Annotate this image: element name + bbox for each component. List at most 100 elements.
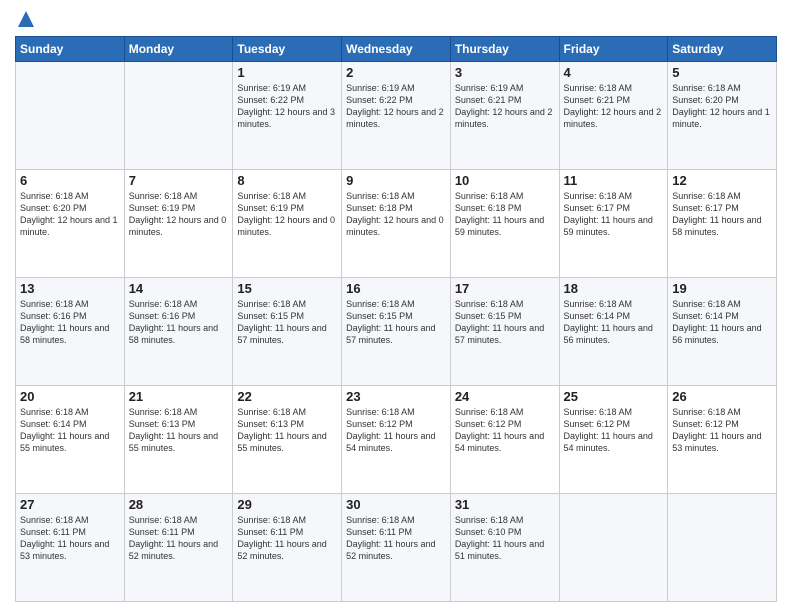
calendar-cell: 26 Sunrise: 6:18 AMSunset: 6:12 PMDayligh… bbox=[668, 386, 777, 494]
day-info: Sunrise: 6:18 AMSunset: 6:10 PMDaylight:… bbox=[455, 514, 555, 563]
calendar-body: 1 Sunrise: 6:19 AMSunset: 6:22 PMDaylight… bbox=[16, 62, 777, 602]
calendar-cell: 18 Sunrise: 6:18 AMSunset: 6:14 PMDayligh… bbox=[559, 278, 668, 386]
calendar-cell: 3 Sunrise: 6:19 AMSunset: 6:21 PMDaylight… bbox=[450, 62, 559, 170]
logo-icon bbox=[17, 10, 35, 28]
calendar-cell: 12 Sunrise: 6:18 AMSunset: 6:17 PMDayligh… bbox=[668, 170, 777, 278]
calendar-cell: 28 Sunrise: 6:18 AMSunset: 6:11 PMDayligh… bbox=[124, 494, 233, 602]
day-number: 16 bbox=[346, 281, 446, 296]
day-info: Sunrise: 6:18 AMSunset: 6:11 PMDaylight:… bbox=[237, 514, 337, 563]
day-info: Sunrise: 6:18 AMSunset: 6:17 PMDaylight:… bbox=[672, 190, 772, 239]
calendar-cell bbox=[668, 494, 777, 602]
day-info: Sunrise: 6:18 AMSunset: 6:13 PMDaylight:… bbox=[237, 406, 337, 455]
day-number: 4 bbox=[564, 65, 664, 80]
day-number: 21 bbox=[129, 389, 229, 404]
col-wednesday: Wednesday bbox=[342, 37, 451, 62]
day-info: Sunrise: 6:18 AMSunset: 6:14 PMDaylight:… bbox=[564, 298, 664, 347]
day-info: Sunrise: 6:18 AMSunset: 6:18 PMDaylight:… bbox=[455, 190, 555, 239]
calendar-cell: 19 Sunrise: 6:18 AMSunset: 6:14 PMDayligh… bbox=[668, 278, 777, 386]
calendar-cell: 7Sunrise: 6:18 AMSunset: 6:19 PMDaylight… bbox=[124, 170, 233, 278]
calendar-cell: 29 Sunrise: 6:18 AMSunset: 6:11 PMDayligh… bbox=[233, 494, 342, 602]
header bbox=[15, 10, 777, 28]
day-number: 28 bbox=[129, 497, 229, 512]
day-number: 23 bbox=[346, 389, 446, 404]
day-info: Sunrise: 6:18 AMSunset: 6:20 PMDaylight:… bbox=[20, 190, 120, 239]
calendar-cell: 22 Sunrise: 6:18 AMSunset: 6:13 PMDayligh… bbox=[233, 386, 342, 494]
day-info: Sunrise: 6:18 AMSunset: 6:20 PMDaylight:… bbox=[672, 82, 772, 131]
day-info: Sunrise: 6:19 AMSunset: 6:22 PMDaylight:… bbox=[237, 82, 337, 131]
day-number: 31 bbox=[455, 497, 555, 512]
day-number: 19 bbox=[672, 281, 772, 296]
calendar-cell: 17Sunrise: 6:18 AMSunset: 6:15 PMDayligh… bbox=[450, 278, 559, 386]
calendar-header: Sunday Monday Tuesday Wednesday Thursday… bbox=[16, 37, 777, 62]
day-number: 3 bbox=[455, 65, 555, 80]
calendar: Sunday Monday Tuesday Wednesday Thursday… bbox=[15, 36, 777, 602]
calendar-cell: 23 Sunrise: 6:18 AMSunset: 6:12 PMDayligh… bbox=[342, 386, 451, 494]
calendar-cell bbox=[559, 494, 668, 602]
day-info: Sunrise: 6:19 AMSunset: 6:21 PMDaylight:… bbox=[455, 82, 555, 131]
day-number: 17 bbox=[455, 281, 555, 296]
day-info: Sunrise: 6:18 AMSunset: 6:12 PMDaylight:… bbox=[455, 406, 555, 455]
day-number: 20 bbox=[20, 389, 120, 404]
calendar-cell: 5 Sunrise: 6:18 AMSunset: 6:20 PMDaylight… bbox=[668, 62, 777, 170]
calendar-cell: 13 Sunrise: 6:18 AMSunset: 6:16 PMDayligh… bbox=[16, 278, 125, 386]
day-number: 27 bbox=[20, 497, 120, 512]
calendar-cell: 20 Sunrise: 6:18 AMSunset: 6:14 PMDayligh… bbox=[16, 386, 125, 494]
calendar-cell: 8 Sunrise: 6:18 AMSunset: 6:19 PMDaylight… bbox=[233, 170, 342, 278]
calendar-cell: 2 Sunrise: 6:19 AMSunset: 6:22 PMDaylight… bbox=[342, 62, 451, 170]
day-info: Sunrise: 6:18 AMSunset: 6:17 PMDaylight:… bbox=[564, 190, 664, 239]
col-friday: Friday bbox=[559, 37, 668, 62]
calendar-cell: 15 Sunrise: 6:18 AMSunset: 6:15 PMDayligh… bbox=[233, 278, 342, 386]
day-number: 13 bbox=[20, 281, 120, 296]
day-number: 9 bbox=[346, 173, 446, 188]
day-number: 22 bbox=[237, 389, 337, 404]
day-info: Sunrise: 6:18 AMSunset: 6:11 PMDaylight:… bbox=[129, 514, 229, 563]
day-info: Sunrise: 6:18 AMSunset: 6:14 PMDaylight:… bbox=[20, 406, 120, 455]
calendar-cell: 16 Sunrise: 6:18 AMSunset: 6:15 PMDayligh… bbox=[342, 278, 451, 386]
calendar-cell: 6 Sunrise: 6:18 AMSunset: 6:20 PMDaylight… bbox=[16, 170, 125, 278]
day-info: Sunrise: 6:18 AMSunset: 6:12 PMDaylight:… bbox=[564, 406, 664, 455]
calendar-cell: 9Sunrise: 6:18 AMSunset: 6:18 PMDaylight… bbox=[342, 170, 451, 278]
day-number: 29 bbox=[237, 497, 337, 512]
day-number: 7 bbox=[129, 173, 229, 188]
day-info: Sunrise: 6:18 AMSunset: 6:12 PMDaylight:… bbox=[672, 406, 772, 455]
calendar-cell: 24 Sunrise: 6:18 AMSunset: 6:12 PMDayligh… bbox=[450, 386, 559, 494]
day-number: 12 bbox=[672, 173, 772, 188]
col-thursday: Thursday bbox=[450, 37, 559, 62]
day-number: 8 bbox=[237, 173, 337, 188]
day-number: 5 bbox=[672, 65, 772, 80]
day-number: 1 bbox=[237, 65, 337, 80]
day-info: Sunrise: 6:18 AMSunset: 6:16 PMDaylight:… bbox=[20, 298, 120, 347]
day-number: 24 bbox=[455, 389, 555, 404]
page: Sunday Monday Tuesday Wednesday Thursday… bbox=[0, 0, 792, 612]
day-info: Sunrise: 6:18 AMSunset: 6:13 PMDaylight:… bbox=[129, 406, 229, 455]
calendar-cell: 27 Sunrise: 6:18 AMSunset: 6:11 PMDayligh… bbox=[16, 494, 125, 602]
day-info: Sunrise: 6:18 AMSunset: 6:11 PMDaylight:… bbox=[346, 514, 446, 563]
day-info: Sunrise: 6:18 AMSunset: 6:21 PMDaylight:… bbox=[564, 82, 664, 131]
calendar-cell: 4 Sunrise: 6:18 AMSunset: 6:21 PMDaylight… bbox=[559, 62, 668, 170]
calendar-cell: 10 Sunrise: 6:18 AMSunset: 6:18 PMDayligh… bbox=[450, 170, 559, 278]
day-info: Sunrise: 6:18 AMSunset: 6:12 PMDaylight:… bbox=[346, 406, 446, 455]
day-number: 15 bbox=[237, 281, 337, 296]
day-info: Sunrise: 6:18 AMSunset: 6:15 PMDaylight:… bbox=[346, 298, 446, 347]
calendar-cell: 11 Sunrise: 6:18 AMSunset: 6:17 PMDayligh… bbox=[559, 170, 668, 278]
day-info: Sunrise: 6:19 AMSunset: 6:22 PMDaylight:… bbox=[346, 82, 446, 131]
day-info: Sunrise: 6:18 AMSunset: 6:15 PMDaylight:… bbox=[237, 298, 337, 347]
calendar-cell: 14 Sunrise: 6:18 AMSunset: 6:16 PMDayligh… bbox=[124, 278, 233, 386]
day-number: 10 bbox=[455, 173, 555, 188]
logo bbox=[15, 10, 35, 28]
day-info: Sunrise: 6:18 AMSunset: 6:11 PMDaylight:… bbox=[20, 514, 120, 563]
col-saturday: Saturday bbox=[668, 37, 777, 62]
day-number: 14 bbox=[129, 281, 229, 296]
calendar-cell: 31 Sunrise: 6:18 AMSunset: 6:10 PMDayligh… bbox=[450, 494, 559, 602]
day-info: Sunrise: 6:18 AMSunset: 6:19 PMDaylight:… bbox=[237, 190, 337, 239]
day-number: 11 bbox=[564, 173, 664, 188]
col-sunday: Sunday bbox=[16, 37, 125, 62]
col-tuesday: Tuesday bbox=[233, 37, 342, 62]
day-info: Sunrise: 6:18 AMSunset: 6:14 PMDaylight:… bbox=[672, 298, 772, 347]
day-number: 18 bbox=[564, 281, 664, 296]
calendar-table: Sunday Monday Tuesday Wednesday Thursday… bbox=[15, 36, 777, 602]
day-number: 2 bbox=[346, 65, 446, 80]
day-number: 26 bbox=[672, 389, 772, 404]
day-number: 6 bbox=[20, 173, 120, 188]
day-info: Sunrise: 6:18 AMSunset: 6:16 PMDaylight:… bbox=[129, 298, 229, 347]
